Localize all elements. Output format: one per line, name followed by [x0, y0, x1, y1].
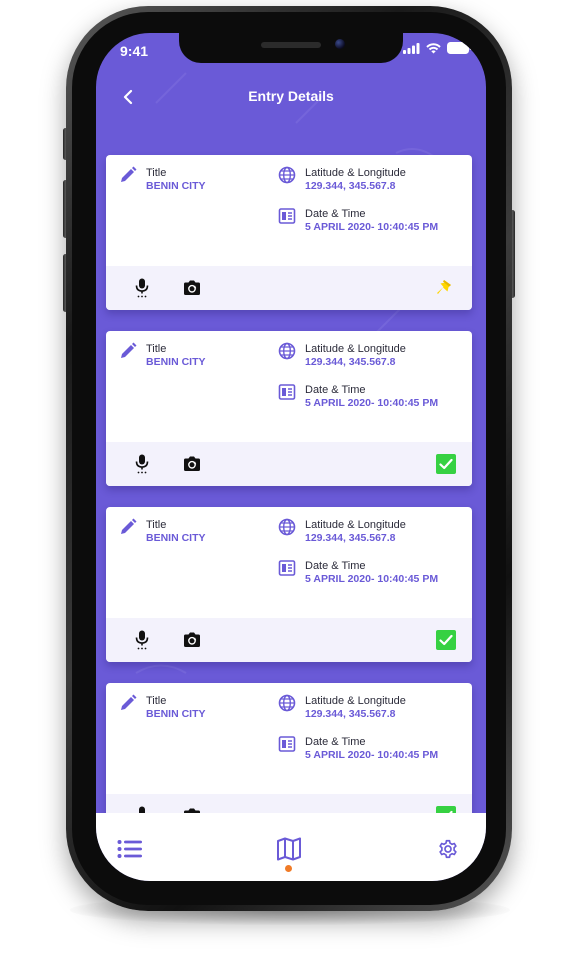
entry-title-value: BENIN CITY — [146, 180, 206, 192]
entry-card-body: Title BENIN CITY Latitude & Longitude 12… — [106, 155, 472, 266]
entry-card-actions — [106, 442, 472, 486]
entry-title-label: Title — [146, 167, 167, 179]
entry-title-value: BENIN CITY — [146, 708, 206, 720]
entry-card-body: Title BENIN CITY Latitude & Longitude 12… — [106, 331, 472, 442]
globe-icon — [278, 342, 296, 360]
wifi-icon — [426, 42, 441, 53]
tab-settings[interactable] — [434, 835, 462, 863]
header: Entry Details — [96, 85, 486, 111]
entry-coords-value: 129.344, 345.567.8 — [305, 708, 396, 720]
checkbox-checked-icon — [436, 630, 456, 650]
checkmark-icon — [439, 634, 453, 646]
entry-coords-label: Latitude & Longitude — [305, 519, 406, 531]
globe-icon — [278, 694, 296, 712]
map-icon — [277, 837, 301, 861]
entry-card[interactable]: Title BENIN CITY Latitude & Longitude 12… — [106, 507, 472, 662]
entry-coords-value: 129.344, 345.567.8 — [305, 356, 396, 368]
calendar-icon — [278, 736, 296, 752]
pencil-icon — [121, 694, 137, 710]
pencil-icon — [121, 342, 137, 358]
app-screen: 9:41 Entry Details Title BENIN CITY Lati… — [96, 33, 486, 881]
camera-icon[interactable] — [183, 279, 201, 297]
camera-icon[interactable] — [183, 455, 201, 473]
checkbox-checked-icon — [436, 454, 456, 474]
globe-icon — [278, 166, 296, 184]
page-title: Entry Details — [248, 88, 334, 104]
tab-map[interactable] — [275, 835, 303, 863]
entry-card-body: Title BENIN CITY Latitude & Longitude 12… — [106, 507, 472, 618]
camera-icon[interactable] — [183, 631, 201, 649]
entry-title-value: BENIN CITY — [146, 356, 206, 368]
calendar-icon — [278, 560, 296, 576]
entry-date-value: 5 APRIL 2020- 10:40:45 PM — [305, 573, 439, 585]
list-icon — [117, 840, 142, 858]
entry-card-body: Title BENIN CITY Latitude & Longitude 12… — [106, 683, 472, 794]
entry-title-label: Title — [146, 695, 167, 707]
entry-card[interactable]: Title BENIN CITY Latitude & Longitude 12… — [106, 155, 472, 310]
checkmark-icon — [439, 458, 453, 470]
pencil-icon — [121, 166, 137, 182]
earpiece-speaker — [261, 42, 321, 48]
entry-coords-value: 129.344, 345.567.8 — [305, 532, 396, 544]
microphone-icon[interactable] — [134, 278, 150, 298]
entry-card[interactable]: Title BENIN CITY Latitude & Longitude 12… — [106, 331, 472, 486]
entry-date-value: 5 APRIL 2020- 10:40:45 PM — [305, 749, 439, 761]
entry-list[interactable]: Title BENIN CITY Latitude & Longitude 12… — [106, 155, 472, 859]
active-tab-indicator — [285, 865, 292, 872]
pushpin-icon — [437, 280, 451, 294]
entry-coords-label: Latitude & Longitude — [305, 167, 406, 179]
device-mockup: 9:41 Entry Details Title BENIN CITY Lati… — [0, 0, 580, 957]
gear-icon — [439, 839, 457, 859]
entry-title-value: BENIN CITY — [146, 532, 206, 544]
tab-list[interactable] — [116, 835, 144, 863]
entry-date-label: Date & Time — [305, 560, 366, 572]
calendar-icon — [278, 384, 296, 400]
entry-date-label: Date & Time — [305, 384, 366, 396]
entry-date-value: 5 APRIL 2020- 10:40:45 PM — [305, 397, 439, 409]
battery-icon — [447, 42, 472, 54]
globe-icon — [278, 518, 296, 536]
calendar-icon — [278, 208, 296, 224]
entry-date-label: Date & Time — [305, 736, 366, 748]
front-camera — [335, 39, 345, 49]
status-icons — [403, 42, 472, 54]
entry-title-label: Title — [146, 519, 167, 531]
pencil-icon — [121, 518, 137, 534]
entry-coords-label: Latitude & Longitude — [305, 343, 406, 355]
entry-date-value: 5 APRIL 2020- 10:40:45 PM — [305, 221, 439, 233]
entry-card-actions — [106, 618, 472, 662]
microphone-icon[interactable] — [134, 454, 150, 474]
notch — [179, 33, 403, 63]
entry-coords-label: Latitude & Longitude — [305, 695, 406, 707]
bottom-tab-bar — [96, 813, 486, 881]
entry-card-actions — [106, 266, 472, 310]
microphone-icon[interactable] — [134, 630, 150, 650]
entry-date-label: Date & Time — [305, 208, 366, 220]
signal-icon — [403, 42, 420, 54]
entry-title-label: Title — [146, 343, 167, 355]
entry-coords-value: 129.344, 345.567.8 — [305, 180, 396, 192]
status-time: 9:41 — [120, 43, 149, 59]
